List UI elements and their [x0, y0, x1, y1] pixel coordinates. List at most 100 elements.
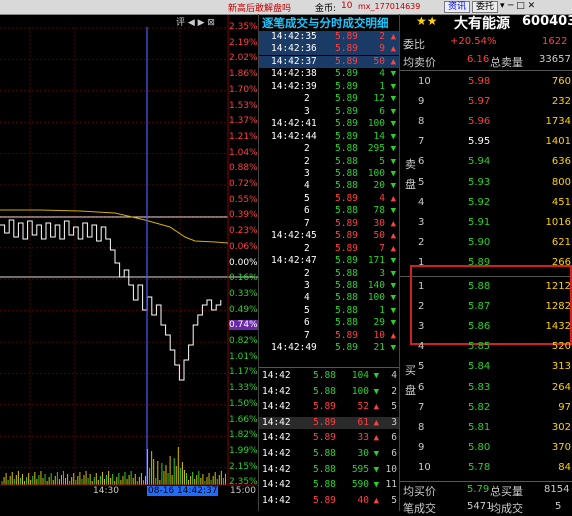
tick-row[interactable]: 14:42:47 5.89 171 ▼	[259, 255, 399, 267]
tick-row[interactable]: 14:42:44 5.89 14 ▼	[259, 131, 399, 143]
news-button[interactable]: 资讯	[444, 1, 471, 13]
tick-time: 7	[304, 329, 310, 341]
tick-time: 5	[304, 192, 310, 204]
tick-row[interactable]: 14:42:49 5.89 21 ▼	[259, 342, 399, 354]
arrow-down-icon: ▼	[373, 386, 379, 397]
tick-row[interactable]: 14:42:36 5.89 9 ▲	[259, 43, 399, 56]
level-number: 9	[418, 96, 425, 108]
order-dropdown-icon[interactable]: ▾	[500, 1, 505, 11]
window-controls-icon[interactable]: ─ □ ✕	[508, 1, 535, 11]
level-volume: 1734	[545, 116, 571, 128]
minute-row[interactable]: 14:42 5.89 61 ▲ 3	[259, 416, 399, 429]
bid-row[interactable]: 9 5.80 370	[400, 438, 572, 458]
arrow-down-icon: ▼	[373, 449, 379, 459]
tick-time: 14:42:39	[271, 80, 317, 92]
pct-axis-label: 0.16%	[229, 273, 258, 284]
bid-row[interactable]: 5 5.84 313	[400, 357, 572, 377]
arrow-down-icon: ▼	[390, 318, 396, 329]
tick-row[interactable]: 14:42:35 5.89 2 ▲	[259, 31, 399, 43]
minute-count: 3	[391, 416, 397, 428]
pct-axis-label: 0.74%	[229, 320, 258, 331]
ask-row[interactable]: 9 5.97 232	[400, 92, 572, 112]
tick-row[interactable]: 7 5.89 30 ▲	[259, 218, 399, 230]
tick-row[interactable]: 6 5.88 29 ▼	[259, 317, 399, 329]
ask-row[interactable]: 5 5.93 800	[400, 173, 572, 193]
minute-row[interactable]: 14:42 5.89 40 ▲ 5	[259, 495, 399, 507]
tick-row[interactable]: 5 5.88 1 ▼	[259, 305, 399, 317]
tick-volume: 100	[367, 167, 385, 179]
tick-row[interactable]: 3 5.88 140 ▼	[259, 280, 399, 292]
tick-row[interactable]: 4 5.88 20 ▼	[259, 180, 399, 192]
level-price: 5.83	[468, 381, 491, 393]
minute-time: 14:42	[262, 401, 291, 413]
ask-row[interactable]: 6 5.94 636	[400, 152, 572, 172]
minute-row[interactable]: 14:42 5.88 590 ▼ 11	[259, 479, 399, 491]
tick-list[interactable]: 14:42:35 5.89 2 ▲ 14:42:36 5.89 9 ▲ 14:42:37 5.89…	[259, 31, 399, 371]
minute-count: 10	[385, 463, 397, 475]
pct-axis-label: 2.02%	[229, 53, 258, 64]
minute-price: 5.89	[313, 401, 336, 413]
level-volume: 451	[551, 196, 571, 208]
notice-link[interactable]: 新高后敢解盘吗	[228, 1, 291, 14]
ask-row[interactable]: 4 5.92 451	[400, 193, 572, 213]
tick-row[interactable]: 2 5.88 5 ▼	[259, 156, 399, 168]
tick-row[interactable]: 14:42:41 5.89 100 ▼	[259, 118, 399, 130]
tick-time: 14:42:45	[271, 230, 317, 242]
arrow-down-icon: ▼	[390, 305, 396, 316]
ask-row[interactable]: 10 5.98 760	[400, 72, 572, 92]
minute-row[interactable]: 14:42 5.88 100 ▼ 2	[259, 386, 399, 398]
tick-price: 5.89	[335, 242, 358, 254]
ask-row[interactable]: 3 5.91 1016	[400, 213, 572, 233]
order-button[interactable]: 委托	[472, 1, 499, 13]
pct-axis-label: 1.53%	[229, 100, 258, 111]
bid-row[interactable]: 4 5.85 520	[400, 337, 572, 357]
bid-row[interactable]: 7 5.82 97	[400, 398, 572, 418]
tick-row[interactable]: 14:42:37 5.89 50 ▲	[259, 55, 399, 68]
bid-row[interactable]: 1 5.88 1212	[400, 277, 572, 297]
ask-row[interactable]: 2 5.90 621	[400, 233, 572, 253]
bid-row[interactable]: 2 5.87 1282	[400, 297, 572, 317]
minute-row[interactable]: 14:42 5.88 595 ▼ 10	[259, 464, 399, 476]
level-number: 4	[418, 341, 425, 353]
tick-row[interactable]: 7 5.89 10 ▲	[259, 330, 399, 342]
bid-row[interactable]: 6 5.83 264	[400, 378, 572, 398]
tick-time: 2	[304, 143, 310, 155]
minute-row[interactable]: 14:42 5.88 104 ▼ 4	[259, 370, 399, 382]
star-icon[interactable]: ★★	[416, 14, 438, 28]
bid-row[interactable]: 3 5.86 1432	[400, 317, 572, 337]
level-price: 5.81	[468, 421, 491, 433]
tick-row[interactable]: 14:42:39 5.89 1 ▼	[259, 81, 399, 93]
bid-list[interactable]: 1 5.88 1212 2 5.87 1282 3 5.86 1432 4 5.85 520 5 5.84…	[400, 277, 572, 477]
tick-row[interactable]: 2 5.88 295 ▼	[259, 143, 399, 155]
tick-row[interactable]: 3 5.88 100 ▼	[259, 168, 399, 180]
bid-row[interactable]: 10 5.78 84	[400, 458, 572, 478]
tick-row[interactable]: 6 5.88 78 ▼	[259, 205, 399, 217]
tick-row[interactable]: 3 5.89 6 ▼	[259, 106, 399, 118]
tick-row[interactable]: 2 5.89 7 ▲	[259, 243, 399, 255]
tick-row[interactable]: 2 5.88 3 ▼	[259, 268, 399, 280]
tick-row[interactable]: 14:42:38 5.89 4 ▼	[259, 68, 399, 80]
minute-row[interactable]: 14:42 5.88 30 ▼ 6	[259, 448, 399, 460]
tick-row[interactable]: 5 5.89 4 ▲	[259, 193, 399, 205]
ask-list[interactable]: 10 5.98 760 9 5.97 232 8 5.96 1734 7 5.95 1401 6 5.94…	[400, 72, 572, 272]
weibi-value: +20.54%	[450, 36, 497, 47]
pct-axis-label: 0.49%	[229, 304, 258, 315]
username-link[interactable]: mx_177014639	[358, 2, 420, 11]
total-sell-value: 33657	[539, 54, 571, 65]
tick-time: 14:42:47	[271, 255, 317, 267]
arrow-down-icon: ▼	[390, 256, 396, 267]
minute-row[interactable]: 14:42 5.89 52 ▲ 5	[259, 401, 399, 413]
bid-row[interactable]: 8 5.81 302	[400, 418, 572, 438]
minute-row[interactable]: 14:42 5.89 33 ▲ 6	[259, 432, 399, 444]
ask-row[interactable]: 8 5.96 1734	[400, 112, 572, 132]
level-number: 5	[418, 361, 425, 373]
minute-list[interactable]: 14:42 5.88 104 ▼ 4 14:42 5.88 100 ▼ 2 14:42 5.89 52 ▲…	[259, 370, 399, 511]
intraday-chart[interactable]: 2.35% 2.19% 2.02% 1.86% 1.70% 1.53% 1.37% 1.21%…	[0, 15, 258, 511]
arrow-up-icon: ▲	[390, 56, 396, 67]
tick-row[interactable]: 14:42:45 5.89 50 ▲	[259, 230, 399, 242]
tick-row[interactable]: 2 5.89 12 ▼	[259, 93, 399, 105]
level-number: 7	[418, 136, 425, 148]
tick-volume: 5	[379, 155, 385, 167]
ask-row[interactable]: 7 5.95 1401	[400, 132, 572, 152]
tick-row[interactable]: 4 5.88 100 ▼	[259, 292, 399, 304]
